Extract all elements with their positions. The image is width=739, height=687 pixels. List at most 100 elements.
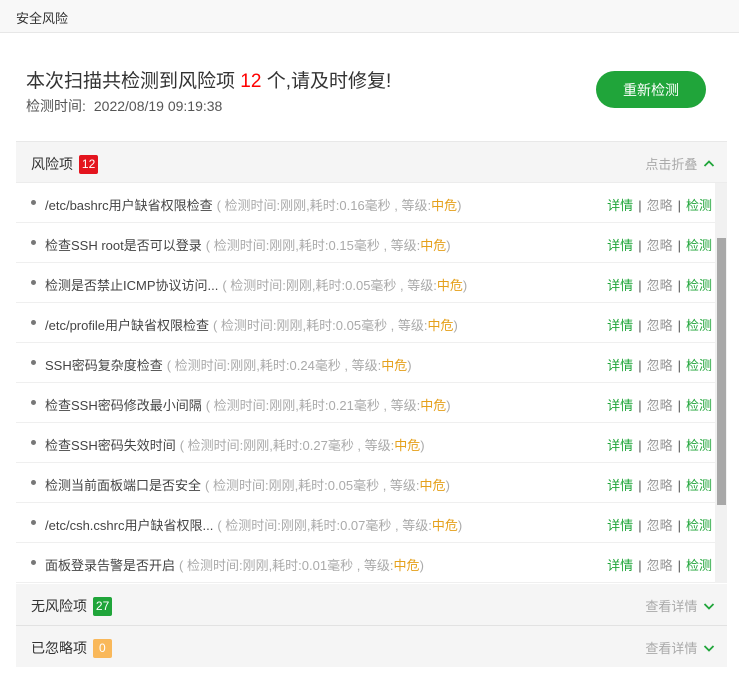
risk-item-name: SSH密码复杂度检查: [45, 358, 163, 373]
detail-link[interactable]: 详情: [607, 398, 633, 413]
risk-item-row: 检测是否禁止ICMP协议访问...( 检测时间:刚刚,耗时:0.05毫秒 , 等…: [16, 263, 715, 303]
risk-item-row: 面板登录告警是否开启( 检测时间:刚刚,耗时:0.01毫秒 , 等级:中危) 详情…: [16, 543, 715, 583]
ignore-link[interactable]: 忽略: [647, 278, 673, 293]
risk-item-level: 中危: [436, 278, 463, 293]
risk-item-name: 检测是否禁止ICMP协议访问...: [45, 278, 219, 293]
risk-item-row: 检查SSH root是否可以登录( 检测时间:刚刚,耗时:0.15毫秒 , 等级…: [16, 223, 715, 263]
risk-item-row: 检测当前面板端口是否安全( 检测时间:刚刚,耗时:0.05毫秒 , 等级:中危)…: [16, 463, 715, 503]
detail-link[interactable]: 详情: [607, 238, 633, 253]
action-separator: |: [638, 518, 642, 533]
recheck-link[interactable]: 检测: [686, 518, 712, 533]
ignore-link[interactable]: 忽略: [647, 478, 673, 493]
safe-expand-toggle[interactable]: 查看详情: [645, 596, 715, 615]
risk-item-name: /etc/csh.cshrc用户缺省权限...: [45, 518, 214, 533]
action-separator: |: [638, 318, 642, 333]
recheck-link[interactable]: 检测: [686, 478, 712, 493]
chevron-down-icon: [703, 603, 715, 610]
headline-suffix: 个,请及时修复!: [266, 71, 392, 92]
ignored-section-label: 已忽略项: [31, 640, 87, 656]
dialog-titlebar: 安全风险: [0, 0, 739, 33]
recheck-link[interactable]: 检测: [686, 558, 712, 573]
recheck-link[interactable]: 检测: [686, 398, 712, 413]
safe-count-badge: 27: [92, 597, 113, 616]
risk-item-name: /etc/bashrc用户缺省权限检查: [45, 198, 213, 213]
recheck-link[interactable]: 检测: [686, 198, 712, 213]
safe-section-title: 无风险项 27: [31, 596, 113, 616]
recheck-link[interactable]: 检测: [686, 278, 712, 293]
risk-item-meta: ( 检测时间:刚刚,耗时:0.01毫秒 , 等级:中危): [179, 558, 424, 573]
recheck-link[interactable]: 检测: [686, 358, 712, 373]
action-separator: |: [638, 398, 642, 413]
ignore-link[interactable]: 忽略: [647, 198, 673, 213]
action-separator: |: [677, 238, 681, 253]
risk-item-level: 中危: [394, 438, 421, 453]
detail-link[interactable]: 详情: [607, 518, 633, 533]
detail-link[interactable]: 详情: [607, 198, 633, 213]
risk-item-meta-close: ): [419, 558, 424, 573]
risk-item-text: 检测当前面板端口是否安全( 检测时间:刚刚,耗时:0.05毫秒 , 等级:中危): [45, 475, 450, 494]
detail-link[interactable]: 详情: [607, 558, 633, 573]
recheck-link[interactable]: 检测: [686, 318, 712, 333]
ignore-link[interactable]: 忽略: [647, 558, 673, 573]
risk-section-header[interactable]: 风险项 12 点击折叠: [16, 141, 727, 183]
risk-item-level: 中危: [419, 478, 446, 493]
risk-item-meta-text: ( 检测时间:刚刚,耗时:0.16毫秒 , 等级:: [216, 198, 432, 213]
risk-count: 12: [240, 71, 262, 92]
ignore-link[interactable]: 忽略: [647, 238, 673, 253]
risk-item-meta: ( 检测时间:刚刚,耗时:0.07毫秒 , 等级:中危): [217, 518, 462, 533]
action-separator: |: [638, 358, 642, 373]
rescan-button[interactable]: 重新检测: [596, 71, 706, 108]
action-separator: |: [677, 358, 681, 373]
ignore-link[interactable]: 忽略: [647, 438, 673, 453]
risk-item-actions: 详情 | 忽略 | 检测: [607, 395, 712, 414]
risk-item-actions: 详情 | 忽略 | 检测: [607, 275, 712, 294]
chevron-up-icon: [703, 160, 715, 167]
scrollbar-thumb[interactable]: [717, 238, 726, 505]
ignore-link[interactable]: 忽略: [647, 358, 673, 373]
risk-item-actions: 详情 | 忽略 | 检测: [607, 235, 712, 254]
ignored-count-badge: 0: [92, 639, 112, 658]
risk-item-row: /etc/csh.cshrc用户缺省权限...( 检测时间:刚刚,耗时:0.07…: [16, 503, 715, 543]
risk-item-actions: 详情 | 忽略 | 检测: [607, 355, 712, 374]
ignored-expand-toggle[interactable]: 查看详情: [645, 638, 715, 657]
risk-item-meta-text: ( 检测时间:刚刚,耗时:0.05毫秒 , 等级:: [212, 318, 428, 333]
risk-item-meta-text: ( 检测时间:刚刚,耗时:0.15毫秒 , 等级:: [205, 238, 421, 253]
risk-item-meta: ( 检测时间:刚刚,耗时:0.05毫秒 , 等级:中危): [222, 278, 467, 293]
ignore-link[interactable]: 忽略: [647, 518, 673, 533]
safe-section-header[interactable]: 无风险项 27 查看详情: [16, 584, 727, 626]
recheck-link[interactable]: 检测: [686, 438, 712, 453]
bullet-dot: [31, 240, 36, 245]
scan-time-value: 2022/08/19 09:19:38: [93, 98, 223, 114]
risk-item-meta-close: ): [457, 518, 463, 533]
risk-item-row: /etc/profile用户缺省权限检查( 检测时间:刚刚,耗时:0.05毫秒 …: [16, 303, 715, 343]
risk-item-actions: 详情 | 忽略 | 检测: [607, 515, 712, 534]
recheck-link[interactable]: 检测: [686, 238, 712, 253]
risk-item-text: /etc/csh.cshrc用户缺省权限...( 检测时间:刚刚,耗时:0.07…: [45, 515, 462, 534]
risk-item-level: 中危: [431, 198, 458, 213]
action-separator: |: [638, 558, 642, 573]
risk-item-meta-close: ): [446, 238, 451, 253]
ignore-link[interactable]: 忽略: [647, 398, 673, 413]
bullet-dot: [31, 440, 36, 445]
risk-item-row: 检查SSH密码修改最小间隔( 检测时间:刚刚,耗时:0.21毫秒 , 等级:中危…: [16, 383, 715, 423]
detail-link[interactable]: 详情: [607, 318, 633, 333]
risk-item-meta: ( 检测时间:刚刚,耗时:0.05毫秒 , 等级:中危): [213, 318, 458, 333]
detail-link[interactable]: 详情: [607, 278, 633, 293]
risk-item-text: 检查SSH root是否可以登录( 检测时间:刚刚,耗时:0.15毫秒 , 等级…: [45, 235, 451, 254]
detail-link[interactable]: 详情: [607, 478, 633, 493]
risk-item-meta-text: ( 检测时间:刚刚,耗时:0.01毫秒 , 等级:: [179, 558, 394, 573]
risk-item-meta-close: ): [420, 438, 425, 453]
risk-collapse-toggle[interactable]: 点击折叠: [645, 154, 715, 173]
risk-item-row: 检查SSH密码失效时间( 检测时间:刚刚,耗时:0.27毫秒 , 等级:中危) 详…: [16, 423, 715, 463]
risk-item-name: /etc/profile用户缺省权限检查: [45, 318, 209, 333]
ignore-link[interactable]: 忽略: [647, 318, 673, 333]
ignored-section-header[interactable]: 已忽略项 0 查看详情: [16, 626, 727, 667]
action-separator: |: [638, 438, 642, 453]
detail-link[interactable]: 详情: [607, 438, 633, 453]
detail-link[interactable]: 详情: [607, 358, 633, 373]
action-separator: |: [677, 518, 681, 533]
summary-headline: 本次扫描共检测到风险项 12 个,请及时修复!: [26, 70, 391, 94]
risk-item-actions: 详情 | 忽略 | 检测: [607, 315, 712, 334]
action-separator: |: [677, 558, 681, 573]
collapse-label: 点击折叠: [645, 157, 698, 172]
